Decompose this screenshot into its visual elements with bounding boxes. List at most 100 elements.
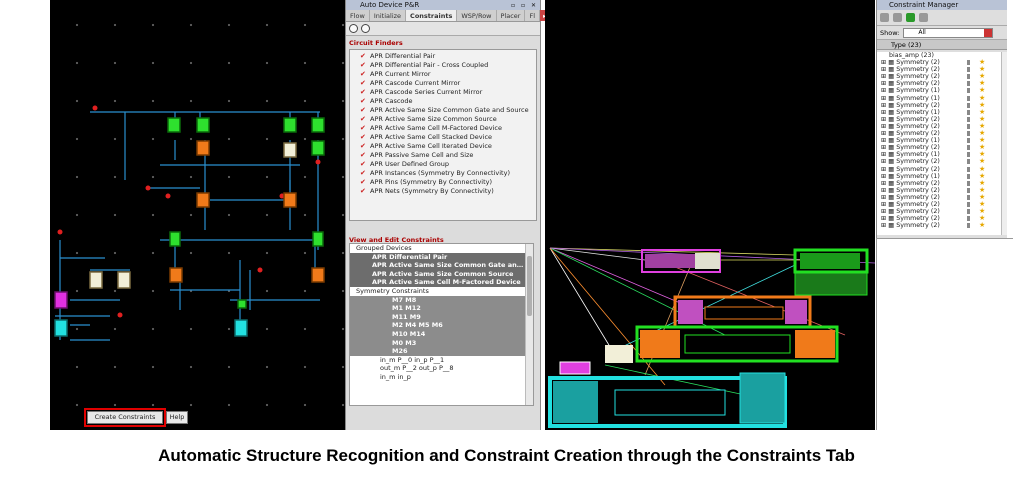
check-icon[interactable]: ✔ [360,79,370,88]
finder-item[interactable]: ✔ APR Cascode Series Current Mirror [354,88,532,97]
list-item[interactable]: ⊞ ▦ Symmetry (2) ★ [877,193,1008,201]
list-item[interactable]: ⊞ ▦ Symmetry (2) ★ [877,207,1008,215]
tree-item[interactable]: APR Active Same Size Common Source [350,269,533,279]
tree-item[interactable]: M26 [350,347,533,356]
check-icon[interactable]: ✔ [360,106,370,115]
check-icon[interactable]: ✔ [360,52,370,61]
check-icon[interactable]: ✔ [360,142,370,151]
list-item[interactable]: ⊞ ▦ Symmetry (2) ★ [877,186,1008,194]
tree-item[interactable]: M0 M3 [350,338,533,348]
tree-item[interactable]: M7 M8 [350,295,533,305]
finder-item[interactable]: ✔ APR Passive Same Cell and Size [354,151,532,160]
layout-drawing [548,247,875,428]
layout-view[interactable] [545,245,875,430]
list-item[interactable]: ⊞ ▦ Symmetry (1) ★ [877,151,1008,159]
finder-item[interactable]: ✔ APR Active Same Size Common Gate and So… [354,106,532,115]
tree-scrollbar[interactable] [525,244,533,405]
list-item[interactable]: ⊞ ▦ Symmetry (2) ★ [877,129,1008,137]
constraint-list[interactable]: bias_amp (23) ⊞ ▦ Symmetry (2) ★ ⊞ ▦ Symm… [877,52,1008,235]
list-item[interactable]: ⊞ ▦ Symmetry (2) ★ [877,158,1008,166]
schematic-canvas[interactable] [50,0,345,430]
list-item[interactable]: ⊞ ▦ Symmetry (1) ★ [877,87,1008,95]
chevron-down-icon[interactable] [984,28,993,37]
finder-item[interactable]: ✔ APR Nets (Symmetry By Connectivity) [354,187,532,196]
list-item[interactable]: ⊞ ▦ Symmetry (2) ★ [877,122,1008,130]
tree-item[interactable]: M10 M14 [350,329,533,339]
list-item[interactable]: ⊞ ▦ Symmetry (2) ★ [877,179,1008,187]
list-item[interactable]: ⊞ ▦ Symmetry (1) ★ [877,137,1008,145]
list-item[interactable]: ⊞ ▦ Symmetry (2) ★ [877,144,1008,152]
tab-placer[interactable]: Placer [497,10,526,21]
tree-item[interactable]: M2 M4 M5 M6 [350,321,533,330]
finder-item[interactable]: ✔ APR Active Same Cell M-Factored Device [354,124,532,133]
tree-item[interactable]: APR Differential Pair [350,252,533,262]
list-item[interactable]: ⊞ ▦ Symmetry (2) ★ [877,58,1008,66]
settings-icon[interactable] [361,24,370,33]
refresh-icon[interactable] [349,24,358,33]
list-item[interactable]: ⊞ ▦ Symmetry (2) ★ [877,101,1008,109]
tree-item[interactable]: M11 M9 [350,312,533,322]
check-icon[interactable]: ✔ [360,133,370,142]
list-item[interactable]: ⊞ ▦ Symmetry (1) ★ [877,94,1008,102]
finder-item[interactable]: ✔ APR Active Same Size Common Source [354,115,532,124]
list-item[interactable]: ⊞ ▦ Symmetry (2) ★ [877,165,1008,173]
finder-item[interactable]: ✔ APR Active Same Cell Stacked Device [354,133,532,142]
check-icon[interactable]: ✔ [360,70,370,79]
list-item[interactable]: ⊞ ▦ Symmetry (2) ★ [877,115,1008,123]
type-column-header[interactable]: Type (23) [891,41,921,49]
window-controls[interactable]: ▫ ▫ ✕ [511,1,538,11]
tree-node-grouped-devices[interactable]: Grouped Devices [350,244,533,253]
check-icon[interactable]: ✔ [360,124,370,133]
list-item[interactable]: ⊞ ▦ Symmetry (2) ★ [877,73,1008,81]
delete-icon[interactable] [893,13,902,22]
check-icon[interactable]: ✔ [360,187,370,196]
list-item[interactable]: ⊞ ▦ Symmetry (1) ★ [877,108,1008,116]
list-item[interactable]: ⊞ ▦ Symmetry (2) ★ [877,215,1008,223]
filter-icon[interactable] [919,13,928,22]
finder-item[interactable]: ✔ APR Cascode Current Mirror [354,79,532,88]
cm-column-header[interactable]: Type (23) [877,40,1007,50]
constraints-tree[interactable]: Grouped Devices APR Differential Pair AP… [349,243,534,406]
finder-item[interactable]: ✔ APR Differential Pair - Cross Coupled [354,61,532,70]
list-item[interactable]: ⊞ ▦ Symmetry (2) ★ [877,200,1008,208]
list-item[interactable]: ⊞ ▦ Symmetry (1) ★ [877,172,1008,180]
finder-item[interactable]: ✔ APR Active Same Cell Iterated Device [354,142,532,151]
finder-item[interactable]: ✔ APR Pins (Symmetry By Connectivity) [354,178,532,187]
tab-flow[interactable]: Flow [346,10,370,21]
finder-item[interactable]: ✔ APR User Defined Group [354,160,532,169]
tab-fl[interactable]: Fl [525,10,541,21]
finder-item[interactable]: ✔ APR Differential Pair [354,52,532,61]
finder-item[interactable]: ✔ APR Current Mirror [354,70,532,79]
new-constraint-icon[interactable] [880,13,889,22]
cm-scrollbar[interactable] [1001,52,1007,235]
check-icon[interactable]: ✔ [360,169,370,178]
finder-item[interactable]: ✔ APR Cascode [354,97,532,106]
check-icon[interactable]: ✔ [360,61,370,70]
tree-item[interactable]: in_m P__0 in_p P__1 [350,356,533,365]
check-icon[interactable]: ✔ [360,151,370,160]
tab-constraints[interactable]: Constraints [406,10,458,21]
check-icon[interactable]: ✔ [360,88,370,97]
scroll-thumb[interactable] [527,256,532,316]
tree-node-symmetry[interactable]: Symmetry Constraints [350,287,533,296]
tree-item[interactable]: APR Active Same Cell M-Factored Device [350,278,533,287]
tree-item[interactable]: out_m P__2 out_p P__8 [350,364,533,373]
tree-item[interactable]: M1 M12 [350,304,533,313]
layout-canvas-empty[interactable] [545,0,875,245]
check-icon[interactable]: ✔ [360,115,370,124]
list-item[interactable]: ⊞ ▦ Symmetry (2) ★ [877,80,1008,88]
finder-item[interactable]: ✔ APR Instances (Symmetry By Connectivity… [354,169,532,178]
check-icon[interactable] [906,13,915,22]
help-button[interactable]: Help [166,411,188,424]
tree-item[interactable]: in_m in_p [350,373,533,382]
list-item[interactable]: ⊞ ▦ Symmetry (2) ★ [877,222,1008,230]
show-select[interactable]: All [903,27,994,38]
tree-item[interactable]: APR Active Same Size Common Gate an… [350,261,533,270]
check-icon[interactable]: ✔ [360,160,370,169]
tab-initialize[interactable]: Initialize [370,10,407,21]
check-icon[interactable]: ✔ [360,178,370,187]
list-item-root[interactable]: bias_amp (23) [877,52,1008,59]
tab-wsp-row[interactable]: WSP/Row [457,10,497,21]
list-item[interactable]: ⊞ ▦ Symmetry (2) ★ [877,66,1008,74]
check-icon[interactable]: ✔ [360,97,370,106]
